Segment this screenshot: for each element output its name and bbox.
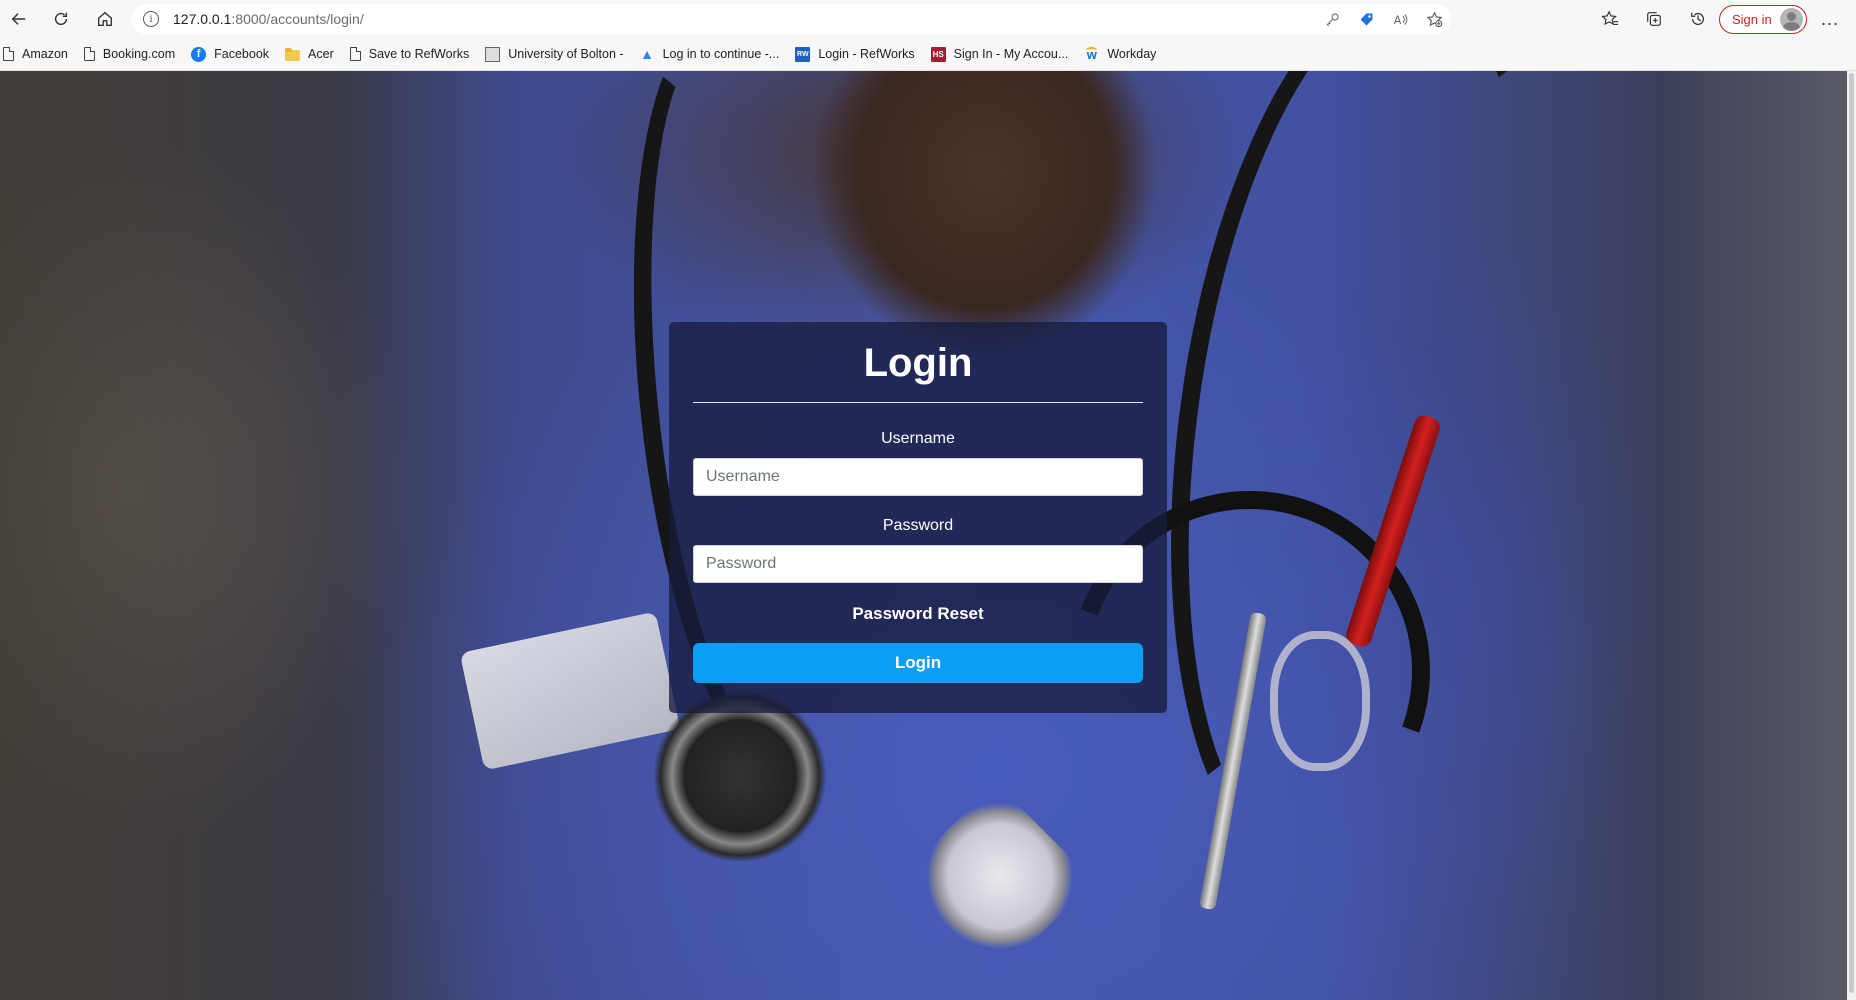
bookmark-login-refworks[interactable]: RW Login - RefWorks: [795, 38, 915, 71]
username-label: Username: [881, 430, 955, 447]
login-card: Login Username Password Password Reset L…: [669, 322, 1167, 713]
favorites-icon[interactable]: [1588, 0, 1632, 38]
bookmark-acer[interactable]: Acer: [285, 38, 334, 71]
atlassian-icon: ▲: [640, 46, 654, 62]
password-label: Password: [882, 517, 954, 534]
harvard-icon: HS: [930, 46, 946, 62]
bookmark-booking[interactable]: Booking.com: [83, 38, 176, 71]
add-favorite-icon[interactable]: [1417, 4, 1451, 34]
home-icon[interactable]: [86, 0, 124, 38]
bookmark-label: Log in to continue -...: [662, 47, 780, 61]
bookmark-label: Save to RefWorks: [368, 47, 470, 61]
page-icon: [349, 47, 361, 61]
address-bar[interactable]: i 127.0.0.1:8000/accounts/login/ A: [131, 4, 1451, 34]
username-input[interactable]: [693, 458, 1143, 496]
facebook-icon: f: [191, 46, 207, 62]
history-icon[interactable]: [1676, 0, 1720, 38]
url-path: :8000/accounts/login/: [231, 11, 364, 27]
shopping-tag-icon[interactable]: [1349, 4, 1383, 34]
sign-in-label: Sign in: [1732, 12, 1772, 27]
bookmark-label: Login - RefWorks: [818, 47, 915, 61]
login-button[interactable]: Login: [693, 643, 1143, 683]
bookmarks-bar: Amazon Booking.com f Facebook Acer Save …: [0, 38, 1856, 71]
bookmark-facebook[interactable]: f Facebook: [191, 38, 269, 71]
more-options-icon[interactable]: ...: [1814, 0, 1846, 38]
browser-tools: [1588, 0, 1720, 38]
password-input[interactable]: [693, 545, 1143, 583]
bookmark-label: Amazon: [22, 47, 68, 61]
back-icon[interactable]: [0, 0, 38, 38]
background-chestpiece: [650, 691, 830, 861]
page-icon: [83, 47, 95, 61]
page-icon: [3, 47, 14, 61]
background-clip: [1270, 631, 1370, 771]
password-reset-link[interactable]: Password Reset: [693, 604, 1143, 624]
bookmark-label: Sign In - My Accou...: [953, 47, 1069, 61]
collections-icon[interactable]: [1632, 0, 1676, 38]
read-aloud-icon[interactable]: A: [1383, 4, 1417, 34]
refresh-icon[interactable]: [42, 0, 80, 38]
site-info-icon[interactable]: i: [143, 11, 159, 27]
bookmark-label: Facebook: [214, 47, 270, 61]
key-icon[interactable]: [1315, 4, 1349, 34]
address-bar-actions: A: [1315, 4, 1451, 34]
bookmark-amazon[interactable]: Amazon: [3, 38, 68, 71]
page-scrollbar[interactable]: [1847, 71, 1856, 1000]
bookmark-label: Acer: [308, 47, 334, 61]
folder-icon: [285, 47, 301, 62]
refworks-icon: RW: [795, 46, 811, 62]
browser-toolbar: i 127.0.0.1:8000/accounts/login/ A Sign…: [0, 0, 1856, 38]
workday-icon: w: [1084, 46, 1099, 62]
svg-text:A: A: [1393, 13, 1401, 26]
background-blur: [0, 71, 400, 1000]
bookmark-save-to-refworks[interactable]: Save to RefWorks: [349, 38, 470, 71]
bookmark-workday[interactable]: w Workday: [1084, 38, 1156, 71]
bookmark-label: Workday: [1107, 47, 1157, 61]
sign-in-button[interactable]: Sign in: [1719, 5, 1807, 34]
bookmark-label: University of Bolton -: [508, 47, 624, 61]
university-icon: [485, 46, 501, 62]
bookmark-label: Booking.com: [102, 47, 176, 61]
bookmark-sign-in-my-account[interactable]: HS Sign In - My Accou...: [930, 38, 1069, 71]
title-divider: [693, 402, 1143, 403]
url-host: 127.0.0.1: [173, 11, 232, 27]
avatar: [1780, 8, 1803, 31]
page-viewport: Login Username Password Password Reset L…: [0, 71, 1847, 1000]
bookmark-atlassian[interactable]: ▲ Log in to continue -...: [640, 38, 780, 71]
bookmark-university-of-bolton[interactable]: University of Bolton -: [485, 38, 624, 71]
login-title: Login: [863, 341, 973, 385]
